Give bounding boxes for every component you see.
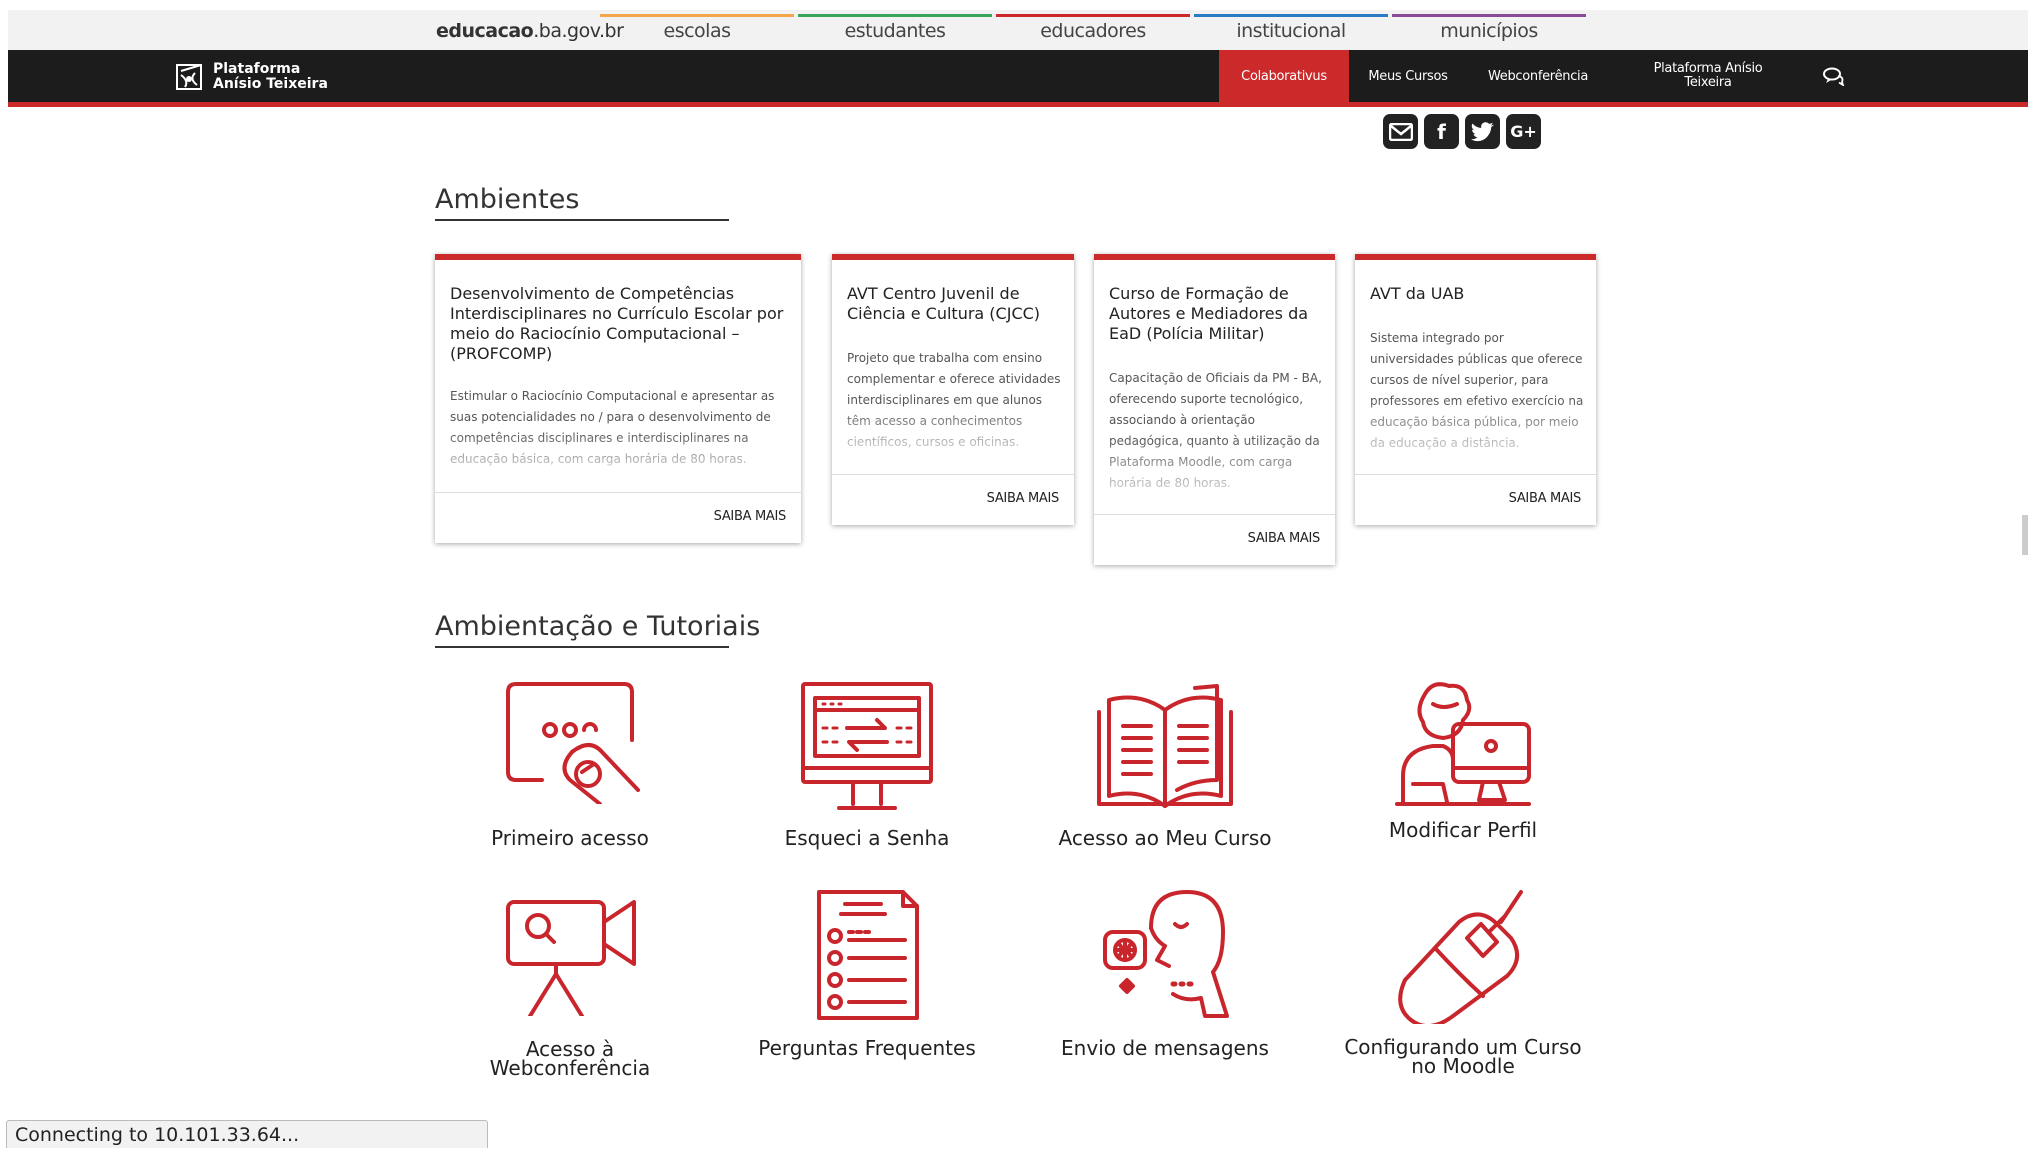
tutorial-acesso-curso[interactable]: Acesso ao Meu Curso [1015,680,1315,850]
card-divider [1094,514,1335,515]
card-description: Estimular o Raciocínio Computacional e a… [450,389,775,466]
ambientes-rule [435,219,729,221]
tutorial-webconferencia[interactable]: Acesso à Webconferência [420,892,720,1082]
tutorial-label: Perguntas Frequentes [758,1036,976,1060]
card-description: Projeto que trabalha com ensino compleme… [847,351,1061,449]
brand-bold: educacao [436,20,534,42]
saiba-mais-link[interactable]: SAIBA MAIS [714,509,787,524]
ambiente-card: Desenvolvimento de Competências Interdis… [435,254,801,543]
nav-plataforma-anisio[interactable]: Plataforma Anísio Teixeira [1633,50,1783,102]
browser-status-bar: Connecting to 10.101.33.64... [6,1120,488,1148]
saiba-mais-link[interactable]: SAIBA MAIS [1248,531,1321,546]
tutorial-label: Modificar Perfil [1388,818,1538,842]
plataforma-logo[interactable]: Plataforma Anísio Teixeira [175,60,328,94]
card-title: Curso de Formação de Autores e Mediadore… [1109,284,1309,343]
tutorial-label: Primeiro acesso [491,826,649,850]
tutorial-label: Acesso ao Meu Curso [1058,826,1272,850]
speaking-head-icon [1103,890,1229,1018]
tutorial-envio-mensagens[interactable]: Envio de mensagens [1015,888,1315,1078]
card-divider [435,492,801,493]
card-description: Capacitação de Oficiais da PM - BA, ofer… [1109,371,1322,490]
card-title: Desenvolvimento de Competências Interdis… [450,284,784,363]
portal-link-municipios[interactable]: municípios [1392,20,1586,42]
chat-bubbles-icon[interactable] [1823,66,1845,86]
tutoriais-rule [435,646,729,648]
tutorial-esqueci-senha[interactable]: Esqueci a Senha [717,680,1017,850]
video-camera-icon [506,900,636,1016]
tutorial-perguntas-frequentes[interactable]: Perguntas Frequentes [717,888,1017,1078]
tutoriais-title: Ambientação e Tutoriais [435,611,761,642]
touch-screen-icon [506,682,640,804]
monitor-transfer-icon [801,682,933,810]
open-book-icon [1097,684,1233,808]
municipios-stripe [1392,14,1586,17]
card-title: AVT da UAB [1370,284,1465,303]
escolas-stripe [600,14,794,17]
nav-colaborativus[interactable]: Colaborativus [1219,50,1349,102]
tutorial-label: Esqueci a Senha [784,826,950,850]
tutorial-configurando-curso[interactable]: Configurando um Curso no Moodle [1313,888,1613,1078]
tutorial-label: Envio de mensagens [1061,1036,1269,1060]
tutorial-label: Configurando um Curso no Moodle [1313,1037,1613,1078]
portal-link-institucional[interactable]: institucional [1194,20,1388,42]
institucional-stripe [1194,14,1388,17]
logo-text: Plataforma Anísio Teixeira [213,62,328,92]
card-divider [1355,474,1596,475]
google-plus-glyph: G+ [1510,122,1537,141]
saiba-mais-link[interactable]: SAIBA MAIS [1509,491,1582,506]
educadores-stripe [996,14,1190,17]
portal-brand-link[interactable]: educacao.ba.gov.br [436,20,624,42]
nav-webconferencia[interactable]: Webconferência [1473,50,1603,102]
facebook-glyph: f [1437,119,1446,144]
twitter-icon[interactable] [1465,114,1500,149]
logo-line2: Anísio Teixeira [213,76,328,92]
envelope-icon[interactable] [1383,114,1418,149]
card-title: AVT Centro Juvenil de Ciência e Cultura … [847,284,1041,323]
computer-mouse-icon [1398,890,1523,1024]
google-plus-icon[interactable]: G+ [1506,114,1541,149]
logo-line1: Plataforma [213,61,301,77]
tutorial-label-line2: no Moodle [1411,1054,1515,1078]
facebook-icon[interactable]: f [1424,114,1459,149]
ambiente-card: Curso de Formação de Autores e Mediadore… [1094,254,1335,565]
portal-link-estudantes[interactable]: estudantes [798,20,992,42]
page-scrollbar[interactable] [2022,515,2028,555]
card-divider [832,474,1074,475]
card-description: Sistema integrado por universidades públ… [1370,331,1584,450]
portal-link-educadores[interactable]: educadores [996,20,1190,42]
faq-document-icon [817,890,919,1020]
portal-link-escolas[interactable]: escolas [600,20,794,42]
plataforma-logo-icon [176,64,202,90]
person-at-computer-icon [1395,682,1531,806]
tutorial-modificar-perfil[interactable]: Modificar Perfil [1313,680,1613,850]
nav-meus-cursos[interactable]: Meus Cursos [1353,50,1463,102]
estudantes-stripe [798,14,992,17]
tutorial-label-line2: Webconferência [489,1056,651,1080]
site-header: Plataforma Anísio Teixeira Colaborativus… [8,50,2028,107]
ambiente-card: AVT Centro Juvenil de Ciência e Cultura … [832,254,1074,525]
ambientes-title: Ambientes [435,184,580,215]
tutorial-label: Acesso à Webconferência [420,1039,720,1080]
ambiente-card: AVT da UAB Sistema integrado por univers… [1355,254,1596,525]
social-share-bar: f G+ [1383,114,1541,149]
saiba-mais-link[interactable]: SAIBA MAIS [987,491,1060,506]
tutorial-primeiro-acesso[interactable]: Primeiro acesso [420,680,720,850]
portal-top-bar: educacao.ba.gov.br escolas estudantes ed… [8,10,2028,50]
